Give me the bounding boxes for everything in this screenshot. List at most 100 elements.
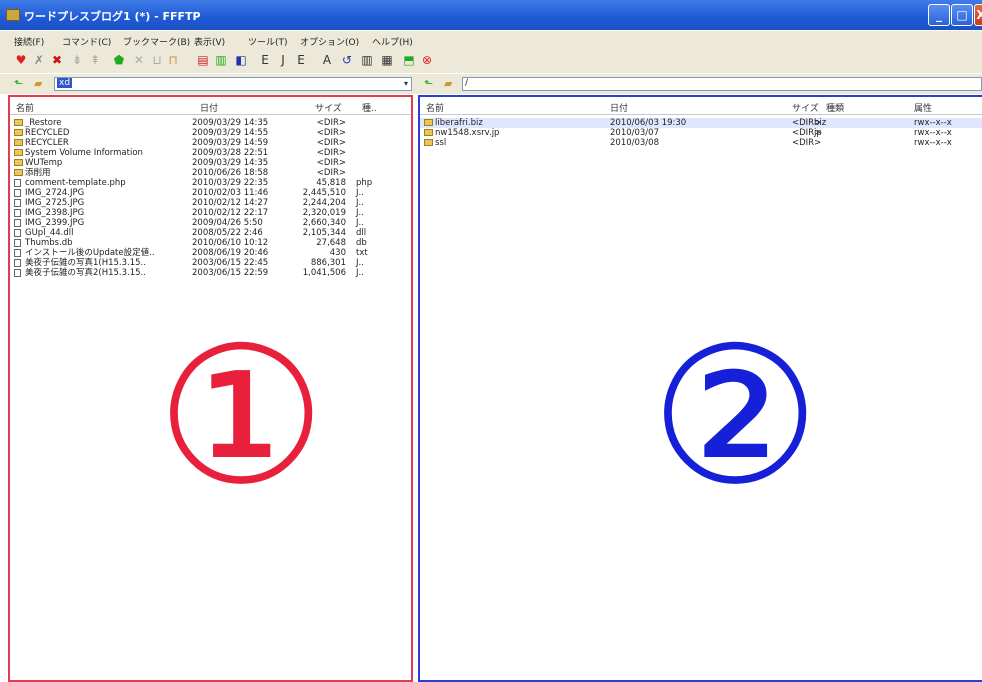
remote-path-field[interactable]: / [462, 77, 982, 91]
local-file-row[interactable]: WUTemp 2009/03/29 14:35 <DIR> [10, 158, 411, 168]
pane-marker-1: ① [156, 306, 327, 527]
remote-path-text: / [465, 78, 469, 88]
file-name: liberafri.biz [435, 118, 483, 128]
menu-bookmark[interactable]: ブックマーク(B) [123, 35, 190, 48]
local-file-row[interactable]: comment-template.php 2010/03/29 22:35 45,8… [10, 178, 411, 188]
local-file-row[interactable]: RECYCLED 2009/03/29 14:55 <DIR> [10, 128, 411, 138]
mirror-icon[interactable]: ⬟ [112, 53, 126, 67]
remote-col-name[interactable]: 名前 [426, 101, 444, 114]
auto-mode-icon[interactable]: A [320, 53, 334, 67]
local-list-header: 名前 日付 サイズ 種.. [10, 97, 411, 115]
rename-icon[interactable]: ⊔ [150, 53, 164, 67]
left-dropdown-icon[interactable]: ▾ [404, 78, 414, 90]
file-size: 430 [329, 248, 346, 258]
list-view-icon[interactable]: ▥ [360, 53, 374, 67]
right-up-folder-icon[interactable]: ⬑ [424, 78, 438, 90]
file-date: 2010/06/10 10:12 [192, 238, 269, 248]
menu-connect[interactable]: 接続(F) [14, 35, 44, 48]
menu-tools[interactable]: ツール(T) [248, 35, 288, 48]
local-file-row[interactable]: Thumbs.db 2010/06/10 10:12 27,648 db [10, 238, 411, 248]
file-date: 2010/06/03 19:30 [610, 118, 687, 128]
local-file-row[interactable]: RECYCLER 2009/03/29 14:59 <DIR> [10, 138, 411, 148]
file-name: RECYCLED [25, 128, 70, 138]
local-file-row[interactable]: インストール後のUpdate設定値.. 2008/06/19 20:46 430 tx… [10, 248, 411, 258]
stop-icon[interactable]: ⊗ [420, 53, 434, 67]
local-file-row[interactable]: IMG_2724.JPG 2010/02/03 11:46 2,445,510 J.. [10, 188, 411, 198]
file-size: <DIR> [316, 158, 346, 168]
ascii-mode-icon[interactable]: E [258, 53, 272, 67]
upload-icon[interactable]: ⇞ [88, 53, 102, 67]
local-file-row[interactable]: 添削用 2010/06/26 18:58 <DIR> [10, 168, 411, 178]
binary-mode-icon[interactable]: J [276, 53, 290, 67]
remote-col-size[interactable]: サイズ [792, 101, 819, 114]
file-date: 2010/03/07 [610, 128, 659, 138]
menu-help[interactable]: ヘルプ(H) [372, 35, 413, 48]
local-col-name[interactable]: 名前 [16, 101, 34, 114]
remote-col-attr[interactable]: 属性 [914, 101, 932, 114]
download-icon[interactable]: ⇟ [70, 53, 84, 67]
file-size: 2,445,510 [302, 188, 346, 198]
file-icon [14, 269, 21, 277]
connect-icon[interactable]: ♥ [14, 53, 28, 67]
menu-view[interactable]: 表示(V) [194, 35, 225, 48]
change-dir-icon[interactable]: ▥ [214, 53, 228, 67]
file-type: php [356, 178, 373, 188]
folder-icon [14, 169, 23, 176]
local-col-size[interactable]: サイズ [315, 101, 342, 114]
local-path-field[interactable]: xd [54, 77, 412, 91]
left-open-folder-icon[interactable]: ▰ [34, 78, 48, 90]
file-size: 2,244,204 [302, 198, 346, 208]
file-size: 1,041,506 [302, 268, 346, 278]
left-up-folder-icon[interactable]: ⬑ [14, 78, 28, 90]
file-size: <DIR> [316, 118, 346, 128]
local-file-row[interactable]: 美夜子伝雑の写真1(H15.3.15.. 2003/06/15 22:45 886,… [10, 258, 411, 268]
folder-icon [14, 149, 23, 156]
file-name: IMG_2399.JPG [25, 218, 85, 228]
file-size: <DIR> [316, 168, 346, 178]
local-file-row[interactable]: IMG_2725.JPG 2010/02/12 14:27 2,244,204 J.. [10, 198, 411, 208]
local-file-row[interactable]: _Restore 2009/03/29 14:35 <DIR> [10, 118, 411, 128]
local-col-type[interactable]: 種.. [362, 101, 377, 114]
remote-file-row[interactable]: liberafri.biz 2010/06/03 19:30 <DIR> biz rwx… [420, 118, 982, 128]
remote-file-list[interactable]: 名前 日付 サイズ 種類 属性 liberafri.biz 2010/06/03 … [418, 95, 982, 682]
app-icon [6, 9, 20, 21]
file-type: txt [356, 248, 368, 258]
refresh-icon[interactable]: ↺ [340, 53, 354, 67]
file-name: 美夜子伝雑の写真1(H15.3.15.. [25, 258, 146, 268]
mkdir-icon[interactable]: ⊓ [166, 53, 180, 67]
sync-icon[interactable]: ◧ [234, 53, 248, 67]
local-col-date[interactable]: 日付 [200, 101, 218, 114]
parent-dir-icon[interactable]: ▤ [196, 53, 210, 67]
close-button[interactable]: X [974, 4, 982, 26]
toolbar: ♥ ✗ ✖ ⇟ ⇞ ⬟ ✕ ⊔ ⊓ ▤ ▥ ◧ E J E A ↺ ▥ ▦ ⬒ … [0, 49, 982, 73]
file-name: GUpl_44.dll [25, 228, 74, 238]
minimize-button[interactable]: _ [928, 4, 950, 26]
local-file-row[interactable]: GUpl_44.dll 2008/05/22 2:46 2,105,344 dll [10, 228, 411, 238]
folder-icon [14, 159, 23, 166]
local-file-row[interactable]: 美夜子伝雑の写真2(H15.3.15.. 2003/06/15 22:59 1,04… [10, 268, 411, 278]
file-date: 2003/06/15 22:45 [192, 258, 269, 268]
remote-file-row[interactable]: nw1548.xsrv.jp 2010/03/07 <DIR> jp rwx--x--x [420, 128, 982, 138]
file-type: J.. [356, 218, 364, 228]
remote-col-date[interactable]: 日付 [610, 101, 628, 114]
file-type: jp [814, 128, 822, 138]
menu-options[interactable]: オプション(O) [300, 35, 359, 48]
local-file-list[interactable]: 名前 日付 サイズ 種.. _Restore 2009/03/29 14:35 <D… [8, 95, 413, 682]
right-open-folder-icon[interactable]: ▰ [444, 78, 458, 90]
file-size: <DIR> [316, 128, 346, 138]
remote-col-type[interactable]: 種類 [826, 101, 844, 114]
kanji-icon[interactable]: E [294, 53, 308, 67]
remote-file-row[interactable]: ssl 2010/03/08 <DIR> rwx--x--x [420, 138, 982, 148]
local-file-row[interactable]: IMG_2399.JPG 2009/04/26 5:50 2,660,340 J.. [10, 218, 411, 228]
delete-icon[interactable]: ✕ [132, 53, 146, 67]
maximize-button[interactable]: □ [951, 4, 973, 26]
menu-command[interactable]: コマンド(C) [62, 35, 111, 48]
file-date: 2010/02/12 22:17 [192, 208, 269, 218]
file-date: 2009/04/26 5:50 [192, 218, 263, 228]
local-file-row[interactable]: IMG_2398.JPG 2010/02/12 22:17 2,320,019 J.. [10, 208, 411, 218]
disconnect-icon[interactable]: ✖ [50, 53, 64, 67]
quick-connect-icon[interactable]: ✗ [32, 53, 46, 67]
detail-view-icon[interactable]: ▦ [380, 53, 394, 67]
local-file-row[interactable]: System Volume Information 2009/03/28 22:5… [10, 148, 411, 158]
sync-browse-icon[interactable]: ⬒ [402, 53, 416, 67]
